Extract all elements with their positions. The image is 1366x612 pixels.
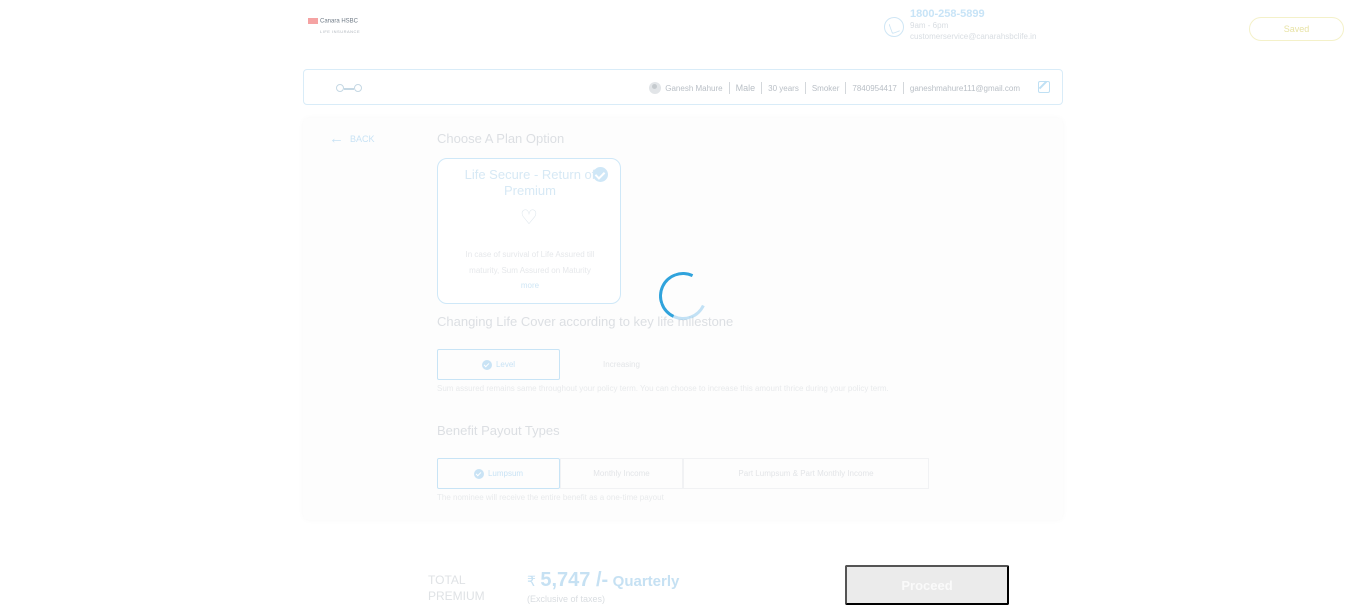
premium-value: 5,747 /- (540, 569, 609, 591)
helpline-hours: 9am - 6pm (910, 21, 949, 30)
logo-mark-icon (308, 18, 318, 24)
check-circle-icon (593, 167, 608, 182)
back-button[interactable]: ← BACK (329, 130, 375, 147)
total-premium-label: TOTAL PREMIUM (428, 573, 485, 603)
payout-option-part-lumpsum-part-monthly[interactable]: Part Lumpsum & Part Monthly Income (683, 458, 929, 489)
tax-note: (Exclusive of taxes) (527, 594, 606, 604)
customer-info-bar: Ganesh Mahure Male 30 years Smoker 78409… (303, 69, 1063, 105)
plan-section-title: Choose A Plan Option (437, 131, 565, 146)
cover-option-label: Increasing (603, 360, 640, 369)
payout-option-monthly-income[interactable]: Monthly Income (560, 458, 683, 489)
payout-option-label: Part Lumpsum & Part Monthly Income (738, 469, 874, 478)
user-avatar-icon (649, 82, 662, 94)
contact-info: 1800-258-5899 9am - 6pm customerservice@… (884, 8, 1036, 42)
divider (804, 82, 806, 94)
divider (761, 82, 763, 94)
customer-gender: Male (735, 83, 756, 93)
canara-hsbc-logo[interactable]: Canara HSBC LIFE INSURANCE (306, 18, 382, 40)
helpline-number[interactable]: 1800-258-5899 (910, 8, 1036, 21)
cover-option-level[interactable]: Level (437, 349, 560, 380)
customer-email: ganeshmahure111@gmail.com (909, 83, 1020, 93)
cover-option-increasing[interactable]: Increasing (560, 349, 683, 380)
support-email[interactable]: customerservice@canarahsbclife.in (910, 31, 1036, 42)
key-icon (336, 82, 370, 94)
divider (845, 82, 847, 94)
phone-icon (884, 17, 904, 37)
rupee-icon: ₹ (527, 573, 536, 589)
edit-icon[interactable] (1038, 81, 1050, 93)
divider (902, 82, 904, 94)
premium-frequency: Quarterly (612, 573, 680, 590)
back-label: BACK (350, 134, 375, 144)
logo-text: Canara HSBC (320, 18, 359, 25)
heart-sparkle-icon: ♡ (520, 207, 538, 229)
check-circle-icon (481, 359, 492, 370)
customer-phone: 7840954417 (852, 83, 897, 93)
customer-age: 30 years (768, 83, 799, 93)
logo-subtitle: LIFE INSURANCE (320, 28, 361, 34)
proceed-button[interactable]: Proceed (845, 565, 1009, 605)
payout-option-label: Monthly Income (593, 469, 650, 478)
cover-options: Level Increasing (437, 349, 683, 380)
check-circle-icon (473, 468, 484, 479)
premium-amount: ₹ 5,747 /- Quarterly (Exclusive of taxes… (527, 569, 679, 604)
premium-footer: TOTAL PREMIUM ₹ 5,747 /- Quarterly (Excl… (0, 556, 1366, 612)
customer-smoker-status: Smoker (811, 83, 840, 93)
saved-button-label: Saved (1283, 24, 1310, 34)
proceed-button-label: Proceed (901, 577, 953, 593)
customer-name: Ganesh Mahure (665, 83, 723, 93)
payout-options: Lumpsum Monthly Income Part Lumpsum & Pa… (437, 458, 929, 489)
arrow-left-icon: ← (329, 130, 344, 147)
cover-option-label: Level (495, 360, 516, 369)
divider (728, 82, 730, 94)
payout-option-label: Lumpsum (487, 469, 524, 478)
plan-card-description: In case of survival of Life Assured till… (465, 250, 595, 275)
saved-button[interactable]: Saved (1249, 17, 1344, 41)
more-link[interactable]: more (438, 281, 622, 290)
cover-note: Sum assured remains same throughout your… (437, 384, 889, 393)
payout-option-lumpsum[interactable]: Lumpsum (437, 458, 560, 489)
plan-card-life-secure-rop[interactable]: Life Secure - Return of Premium ♡ In cas… (437, 158, 621, 304)
payout-note: The nominee will receive the entire bene… (437, 493, 664, 502)
payout-section-title: Benefit Payout Types (437, 423, 560, 438)
